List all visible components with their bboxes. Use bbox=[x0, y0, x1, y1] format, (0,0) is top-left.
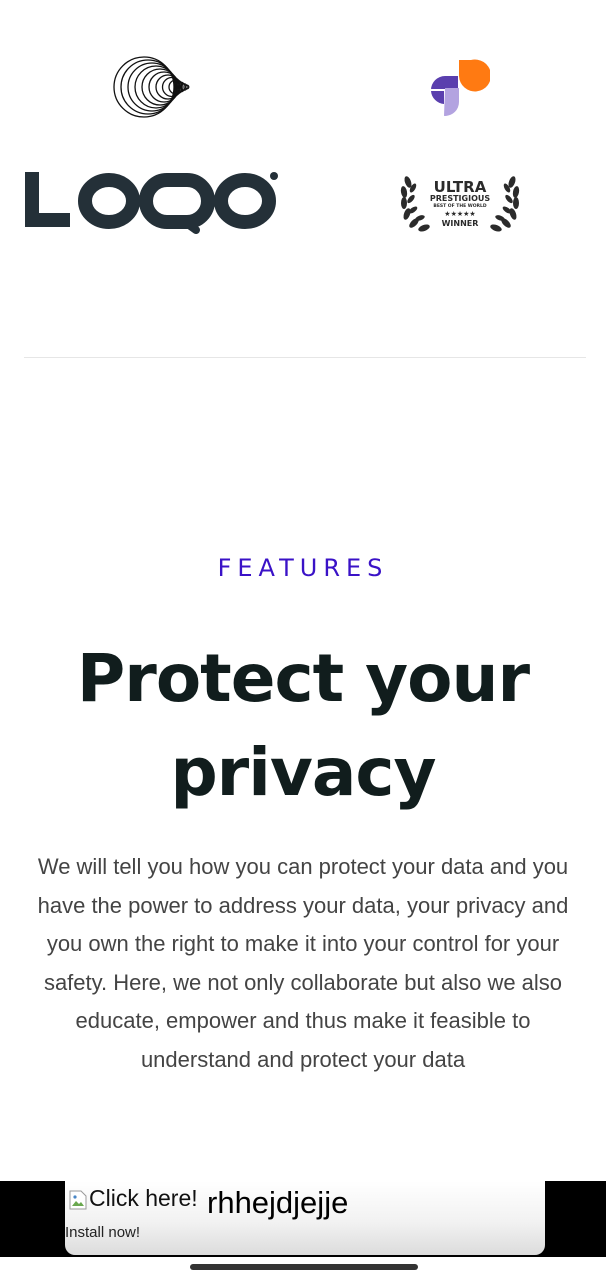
headline-line-1: Protect your bbox=[76, 640, 530, 717]
install-now-link[interactable]: Install now! bbox=[65, 1224, 140, 1241]
award-line2: PRESTIGIOUS bbox=[430, 194, 491, 203]
concentric-circles-logo bbox=[108, 56, 194, 118]
ad-banner[interactable]: Click here! rhhejdjejje Install now! bbox=[0, 1181, 606, 1257]
home-indicator[interactable] bbox=[190, 1264, 418, 1270]
section-eyebrow: FEATURES bbox=[217, 554, 389, 582]
page: ULTRA PRESTIGIOUS BEST OF THE WORLD ★★★★… bbox=[0, 0, 606, 1280]
ad-title[interactable]: rhhejdjejje bbox=[207, 1185, 348, 1221]
award-stars: ★★★★★ bbox=[444, 210, 475, 218]
broken-image-icon bbox=[69, 1189, 87, 1209]
section-body-text: We will tell you how you can protect you… bbox=[37, 854, 569, 1072]
award-line4: WINNER bbox=[442, 219, 479, 228]
award-badge: ULTRA PRESTIGIOUS BEST OF THE WORLD ★★★★… bbox=[398, 170, 522, 234]
petal-logo bbox=[428, 56, 491, 118]
ad-image[interactable]: Click here! bbox=[69, 1185, 198, 1212]
award-line3: BEST OF THE WORLD bbox=[433, 203, 486, 209]
headline-line-2: privacy bbox=[170, 734, 436, 811]
ad-card[interactable]: Click here! rhhejdjejje Install now! bbox=[65, 1181, 545, 1255]
ad-image-alt-text: Click here! bbox=[89, 1185, 198, 1211]
wordmark-logo bbox=[24, 168, 284, 234]
section-headline: Protect your privacy bbox=[0, 632, 606, 820]
section-divider bbox=[24, 357, 586, 358]
